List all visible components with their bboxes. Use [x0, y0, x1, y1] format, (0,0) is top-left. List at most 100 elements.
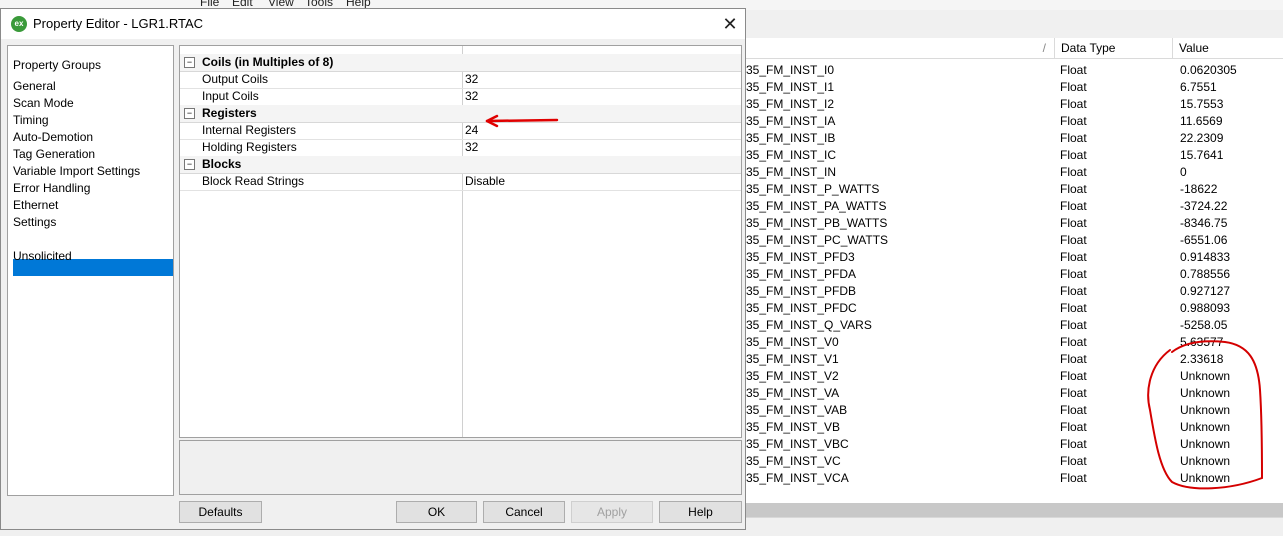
property-name: Input Coils	[202, 89, 259, 103]
table-row[interactable]: 35_FM_INST_IA Float 11.6569	[745, 113, 1283, 130]
property-name: Block Read Strings	[202, 174, 305, 188]
ok-button[interactable]: OK	[396, 501, 477, 523]
tag-name-cell: 35_FM_INST_PB_WATTS	[746, 216, 888, 230]
table-row[interactable]: 35_FM_INST_VC Float Unknown	[745, 453, 1283, 470]
table-row[interactable]: 35_FM_INST_V0 Float 5.63577	[745, 334, 1283, 351]
category-label: Blocks	[202, 157, 242, 171]
value-cell: Unknown	[1180, 403, 1231, 417]
value-cell: 22.2309	[1180, 131, 1224, 145]
table-row[interactable]: 35_FM_INST_IC Float 15.7641	[745, 147, 1283, 164]
data-type-cell: Float	[1060, 420, 1087, 434]
property-value[interactable]: 24	[465, 122, 478, 139]
table-row[interactable]: 35_FM_INST_PFDB Float 0.927127	[745, 283, 1283, 300]
data-type-cell: Float	[1060, 182, 1087, 196]
category-header[interactable]: − Registers	[180, 105, 741, 123]
column-header-name[interactable]: /	[745, 38, 1055, 59]
property-grid[interactable]: − Coils (in Multiples of 8) Output Coils 32…	[179, 45, 742, 438]
sidebar-item-timing[interactable]: Timing	[13, 112, 49, 129]
table-row[interactable]: 35_FM_INST_VAB Float Unknown	[745, 402, 1283, 419]
close-icon[interactable]: ✕	[717, 11, 743, 37]
table-row[interactable]: 35_FM_INST_PFDC Float 0.988093	[745, 300, 1283, 317]
tag-name-cell: 35_FM_INST_VC	[746, 454, 841, 468]
data-type-cell: Float	[1060, 216, 1087, 230]
table-row[interactable]: 35_FM_INST_V2 Float Unknown	[745, 368, 1283, 385]
tag-name-cell: 35_FM_INST_IC	[746, 148, 837, 162]
data-type-cell: Float	[1060, 80, 1087, 94]
property-name: Output Coils	[202, 72, 269, 86]
table-row[interactable]: 35_FM_INST_PA_WATTS Float -3724.22	[745, 198, 1283, 215]
property-name: Internal Registers	[202, 123, 297, 137]
table-row[interactable]: 35_FM_INST_PFD3 Float 0.914833	[745, 249, 1283, 266]
description-panel	[179, 440, 742, 495]
help-button[interactable]: Help	[659, 501, 742, 523]
defaults-button[interactable]: Defaults	[179, 501, 262, 523]
sidebar-item-general[interactable]: General	[13, 78, 56, 95]
table-row[interactable]: 35_FM_INST_P_WATTS Float -18622	[745, 181, 1283, 198]
data-type-cell: Float	[1060, 386, 1087, 400]
collapse-icon[interactable]: −	[184, 57, 195, 68]
sidebar-item-tag-generation[interactable]: Tag Generation	[13, 146, 95, 163]
apply-button[interactable]: Apply	[571, 501, 653, 523]
property-row[interactable]: Input Coils 32	[180, 88, 741, 106]
collapse-icon[interactable]: −	[184, 108, 195, 119]
sidebar-item-block-sizes[interactable]: Block Sizes	[13, 231, 80, 248]
value-cell: 0.0620305	[1180, 63, 1237, 77]
data-type-cell: Float	[1060, 199, 1087, 213]
table-row[interactable]: 35_FM_INST_VCA Float Unknown	[745, 470, 1283, 487]
property-groups-list[interactable]: Property Groups General Scan Mode Timing Au…	[7, 45, 174, 496]
table-row[interactable]: 35_FM_INST_Q_VARS Float -5258.05	[745, 317, 1283, 334]
tag-name-cell: 35_FM_INST_VCA	[746, 471, 849, 485]
value-cell: -3724.22	[1180, 199, 1228, 213]
column-header-value[interactable]: Value	[1173, 38, 1283, 59]
property-row[interactable]: Block Read Strings Disable	[180, 173, 741, 191]
value-cell: 0.927127	[1180, 284, 1231, 298]
tag-name-cell: 35_FM_INST_IN	[746, 165, 837, 179]
table-row[interactable]: 35_FM_INST_V1 Float 2.33618	[745, 351, 1283, 368]
horizontal-scrollbar[interactable]	[745, 503, 1283, 517]
column-header-data-type[interactable]: Data Type	[1055, 38, 1173, 59]
sidebar-item-error-handling[interactable]: Error Handling	[13, 180, 90, 197]
table-row[interactable]: 35_FM_INST_VBC Float Unknown	[745, 436, 1283, 453]
app-icon: ex	[11, 16, 27, 32]
sidebar-item-unsolicited[interactable]: Unsolicited	[13, 248, 72, 265]
sidebar-item-ethernet[interactable]: Ethernet	[13, 197, 58, 214]
sidebar-item-auto-demotion[interactable]: Auto-Demotion	[13, 129, 93, 146]
sidebar-item-variable-import-settings[interactable]: Variable Import Settings	[13, 163, 140, 180]
property-row[interactable]: Internal Registers 24	[180, 122, 741, 140]
property-value[interactable]: 32	[465, 88, 478, 105]
value-cell: 0.914833	[1180, 250, 1231, 264]
tag-name-cell: 35_FM_INST_Q_VARS	[746, 318, 872, 332]
value-cell: 5.63577	[1180, 335, 1224, 349]
property-value[interactable]: Disable	[465, 173, 505, 190]
sidebar-item-scan-mode[interactable]: Scan Mode	[13, 95, 74, 112]
property-value[interactable]: 32	[465, 71, 478, 88]
value-cell: 11.6569	[1180, 114, 1223, 128]
property-row[interactable]: Holding Registers 32	[180, 139, 741, 157]
data-type-cell: Float	[1060, 454, 1087, 468]
table-row[interactable]: 35_FM_INST_VA Float Unknown	[745, 385, 1283, 402]
table-row[interactable]: 35_FM_INST_VB Float Unknown	[745, 419, 1283, 436]
table-row[interactable]: 35_FM_INST_PB_WATTS Float -8346.75	[745, 215, 1283, 232]
property-row[interactable]: Output Coils 32	[180, 71, 741, 89]
value-cell: 15.7641	[1180, 148, 1224, 162]
table-row[interactable]: 35_FM_INST_IB Float 22.2309	[745, 130, 1283, 147]
data-type-cell: Float	[1060, 165, 1087, 179]
property-value[interactable]: 32	[465, 139, 478, 156]
groups-header: Property Groups	[13, 58, 102, 72]
data-type-cell: Float	[1060, 63, 1087, 77]
table-row[interactable]: 35_FM_INST_I2 Float 15.7553	[745, 96, 1283, 113]
sidebar-item-settings[interactable]: Settings	[13, 214, 56, 231]
table-row[interactable]: 35_FM_INST_IN Float 0	[745, 164, 1283, 181]
tag-grid[interactable]: / Data Type Value 35_FM_INST_I0 Float 0.06…	[745, 38, 1283, 535]
table-row[interactable]: 35_FM_INST_I1 Float 6.7551	[745, 79, 1283, 96]
table-row[interactable]: 35_FM_INST_PFDA Float 0.788556	[745, 266, 1283, 283]
table-row[interactable]: 35_FM_INST_PC_WATTS Float -6551.06	[745, 232, 1283, 249]
table-row[interactable]: 35_FM_INST_I0 Float 0.0620305	[745, 62, 1283, 79]
category-header[interactable]: − Blocks	[180, 156, 741, 174]
value-cell: Unknown	[1180, 437, 1231, 451]
category-header[interactable]: − Coils (in Multiples of 8)	[180, 54, 741, 72]
collapse-icon[interactable]: −	[184, 159, 195, 170]
data-type-cell: Float	[1060, 250, 1087, 264]
cancel-button[interactable]: Cancel	[483, 501, 565, 523]
dialog-titlebar[interactable]: ex Property Editor - LGR1.RTAC ✕	[1, 9, 745, 39]
